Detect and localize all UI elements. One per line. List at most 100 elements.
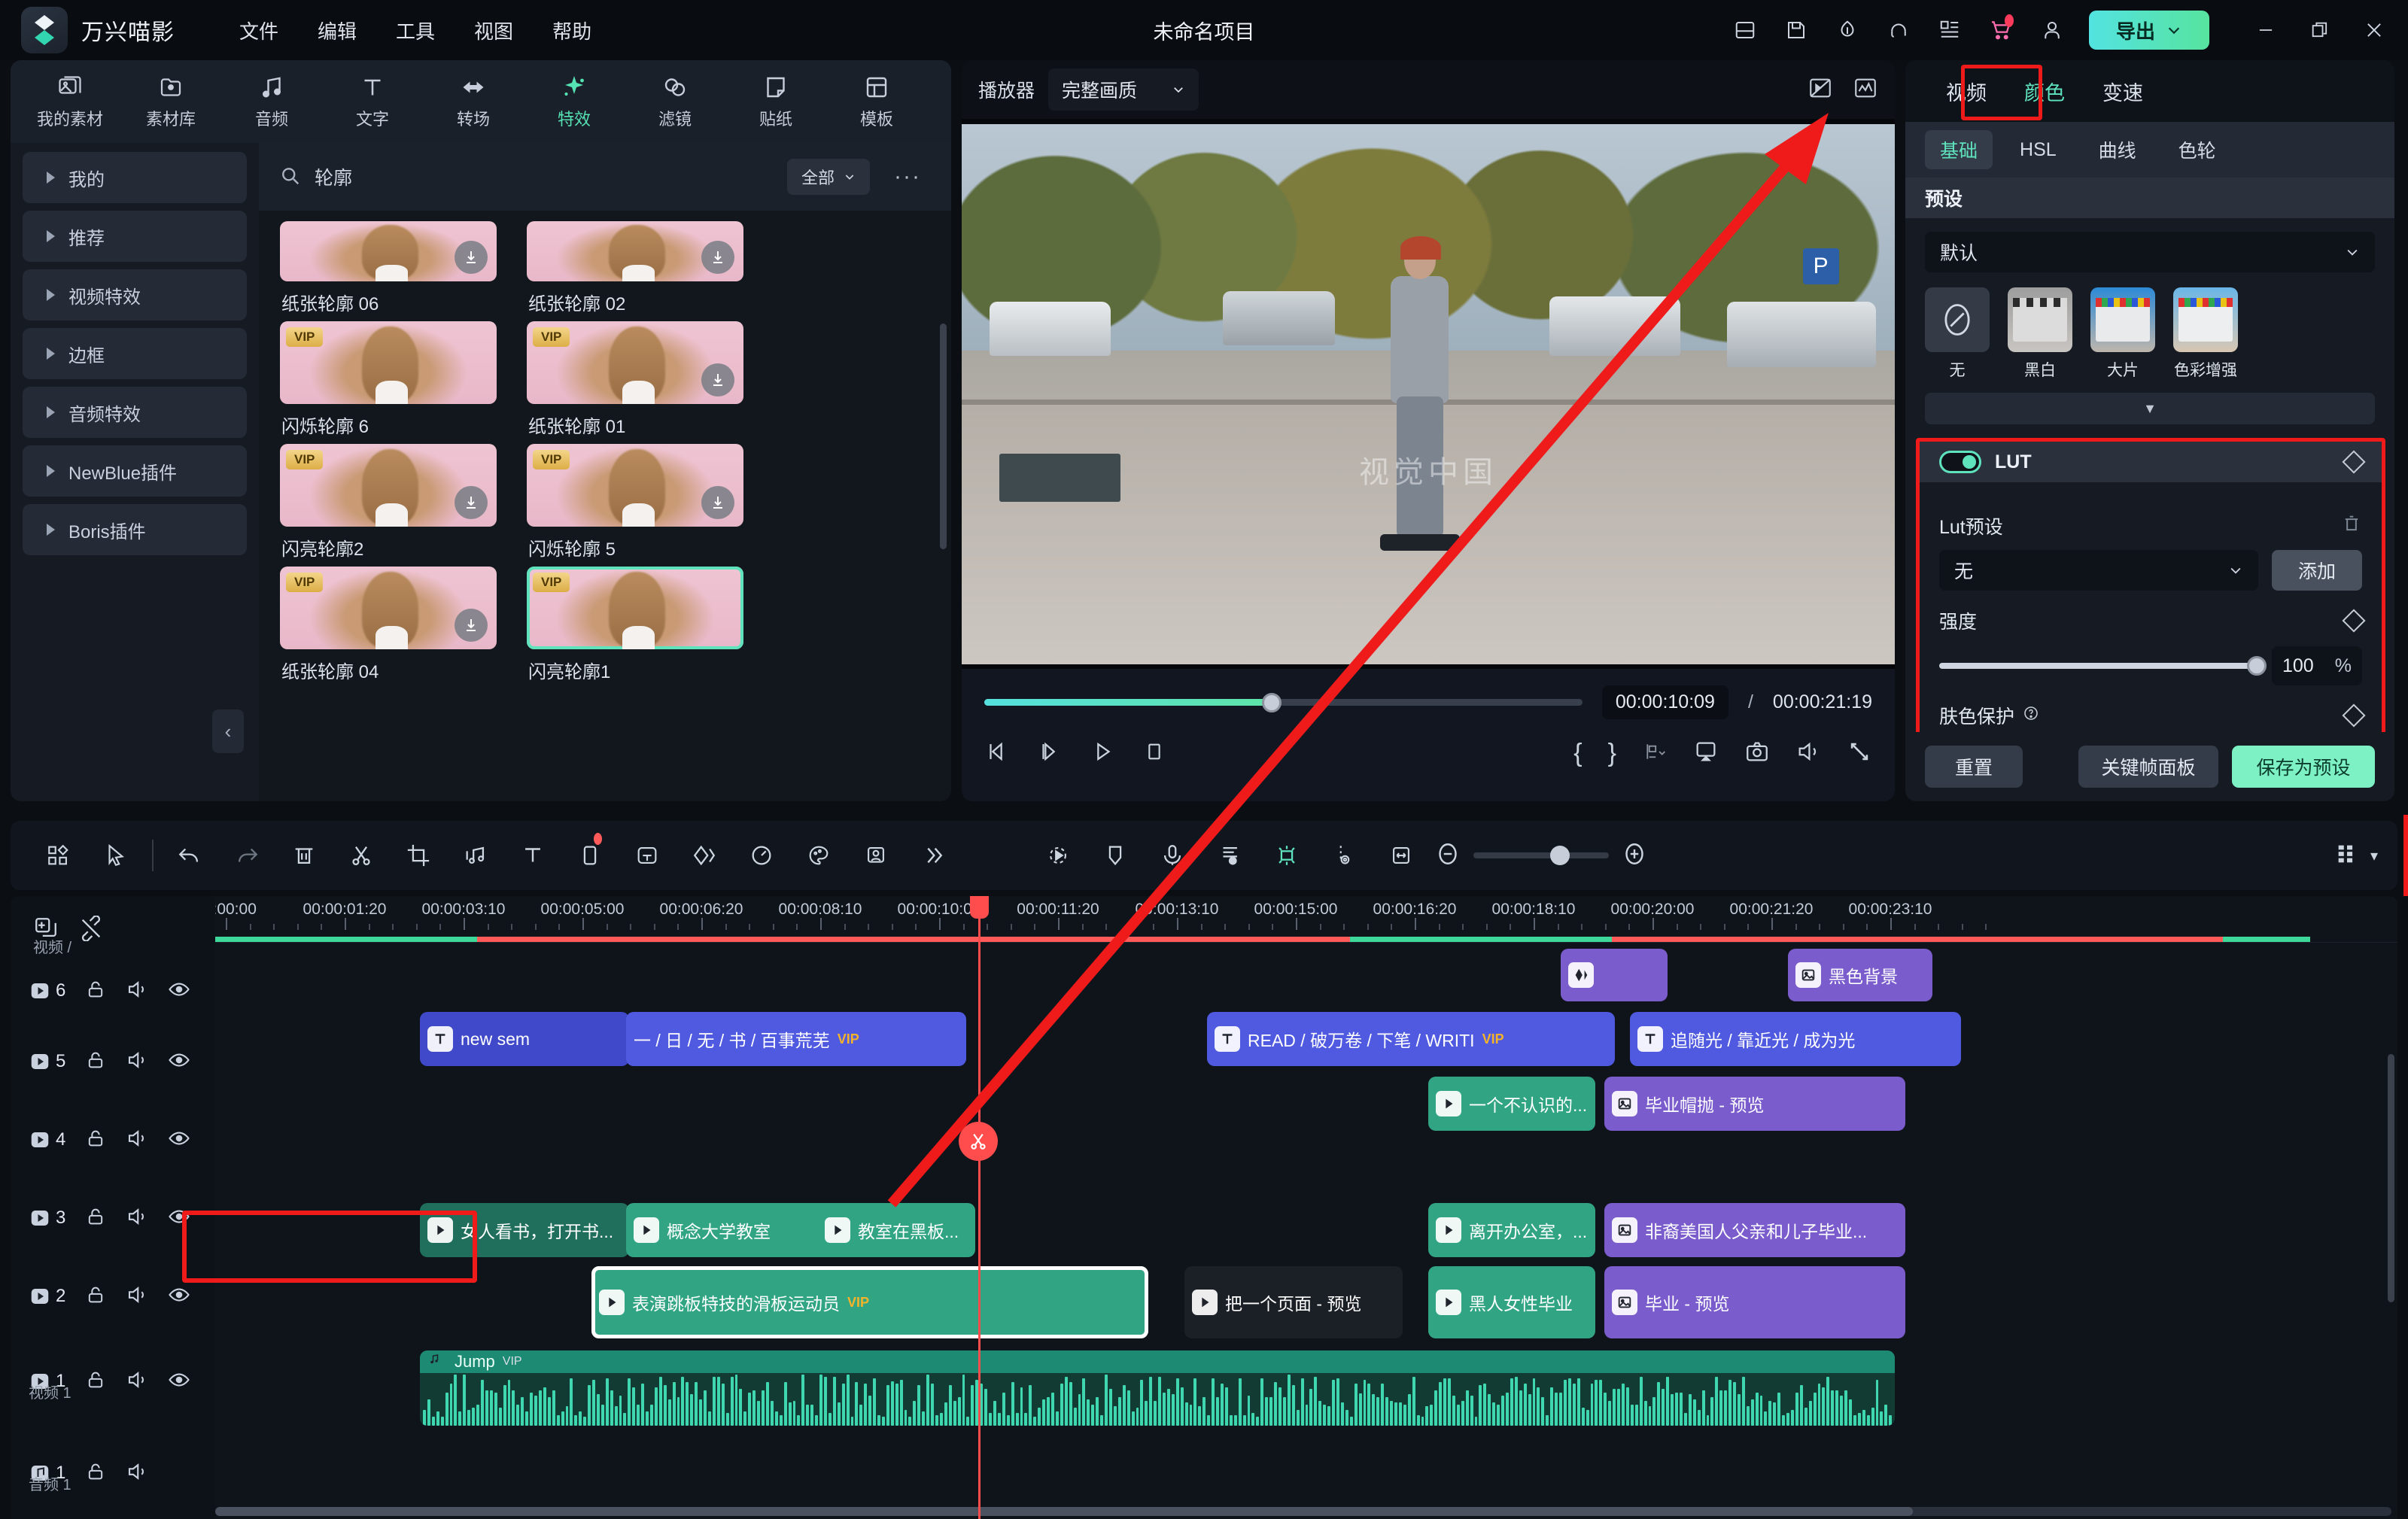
- tool-tab-text[interactable]: 文字: [324, 65, 421, 138]
- tool-tab-sticker[interactable]: 贴纸: [727, 65, 825, 138]
- lock-icon[interactable]: [85, 1461, 106, 1486]
- preset-expand-button[interactable]: ▼: [1925, 393, 2375, 424]
- preset-item-vivid[interactable]: 色彩增强: [2173, 287, 2238, 381]
- timeline-clip[interactable]: READ / 破万卷 / 下笔 / WRITI VIP: [1207, 1012, 1615, 1066]
- timeline-clip[interactable]: 离开办公室，...: [1428, 1203, 1595, 1257]
- tool-tab-template[interactable]: 模板: [828, 65, 926, 138]
- zoom-slider-knob[interactable]: [1550, 846, 1570, 865]
- apps-grid-icon[interactable]: [1935, 16, 1964, 44]
- preset-item-bw[interactable]: 黑白: [2008, 287, 2072, 381]
- progress-knob[interactable]: [1261, 692, 1282, 712]
- quality-dropdown[interactable]: 完整画质: [1048, 68, 1199, 111]
- mute-icon[interactable]: [126, 1127, 148, 1153]
- mute-icon[interactable]: [126, 978, 148, 1004]
- track-header[interactable]: 1 音频 1: [11, 1427, 215, 1519]
- save-icon[interactable]: [1782, 16, 1811, 44]
- category-item-borders[interactable]: 边框: [23, 328, 247, 379]
- mute-icon[interactable]: [126, 1049, 148, 1075]
- download-icon[interactable]: [455, 241, 488, 274]
- close-icon[interactable]: [2360, 16, 2388, 44]
- timeline-clip[interactable]: 非裔美国人父亲和儿子毕业...: [1604, 1203, 1905, 1257]
- playhead[interactable]: [970, 896, 989, 1519]
- scrollbar-thumb[interactable]: [215, 1507, 1913, 1516]
- delete-icon[interactable]: [275, 831, 333, 880]
- track-header[interactable]: 6: [11, 959, 215, 1022]
- lut-add-button[interactable]: 添加: [2272, 550, 2362, 591]
- fit-timeline-icon[interactable]: [1373, 831, 1430, 880]
- split-scissors-icon[interactable]: [333, 831, 390, 880]
- mute-icon[interactable]: [126, 1284, 148, 1310]
- category-item-mine[interactable]: 我的: [23, 152, 247, 203]
- timeline-clip[interactable]: 教室在黑板...: [817, 1203, 975, 1257]
- stop-icon[interactable]: [1142, 740, 1166, 767]
- effect-item[interactable]: VIP 纸张轮廓 04: [280, 567, 497, 683]
- lut-toggle[interactable]: [1939, 451, 1981, 473]
- current-time[interactable]: 00:00:10:09: [1601, 685, 1728, 719]
- play-icon[interactable]: [1090, 739, 1115, 768]
- audio-mixer-icon[interactable]: [1201, 831, 1258, 880]
- mute-icon[interactable]: [126, 1460, 148, 1487]
- menu-tools[interactable]: 工具: [376, 9, 455, 52]
- download-icon[interactable]: [455, 609, 488, 642]
- download-icon[interactable]: [701, 241, 734, 274]
- zoom-slider[interactable]: [1473, 846, 1609, 865]
- timeline-clip[interactable]: 一 / 日 / 无 / 书 / 百事荒芜 VIP: [626, 1012, 966, 1066]
- lock-icon[interactable]: [85, 1206, 106, 1231]
- download-icon[interactable]: [455, 486, 488, 519]
- menu-view[interactable]: 视图: [455, 9, 533, 52]
- menu-edit[interactable]: 编辑: [298, 9, 376, 52]
- more-chevron-icon[interactable]: [905, 831, 962, 880]
- lock-icon[interactable]: [85, 1050, 106, 1074]
- subtab-hsl[interactable]: HSL: [2005, 133, 2072, 167]
- fit-screen-icon[interactable]: [1693, 739, 1719, 768]
- eye-icon[interactable]: [168, 978, 190, 1004]
- effect-item[interactable]: VIP 闪亮轮廓2: [280, 444, 497, 561]
- color-palette-icon[interactable]: [790, 831, 847, 880]
- effect-item[interactable]: 纸张轮廓 02: [527, 221, 743, 315]
- next-frame-icon[interactable]: [1037, 739, 1063, 768]
- lock-icon[interactable]: [85, 1284, 106, 1309]
- cart-icon[interactable]: [1987, 14, 2015, 44]
- user-account-icon[interactable]: [2038, 16, 2066, 44]
- timeline-clip[interactable]: new sem: [420, 1012, 629, 1066]
- video-preview[interactable]: P 视觉中国: [962, 123, 1895, 664]
- timeline-clip[interactable]: [1561, 949, 1668, 1001]
- track-header[interactable]: 4: [11, 1101, 215, 1179]
- lut-keyframe-icon[interactable]: [2342, 450, 2366, 474]
- track-header[interactable]: 5: [11, 1022, 215, 1101]
- snapshot-compare-icon[interactable]: [1808, 75, 1833, 105]
- preset-item-none[interactable]: 无: [1925, 287, 1990, 381]
- timeline-clip[interactable]: 一个不认识的...: [1428, 1077, 1595, 1131]
- filter-dropdown[interactable]: 全部: [787, 159, 871, 195]
- more-options-icon[interactable]: ···: [883, 164, 932, 190]
- undo-icon[interactable]: [161, 831, 218, 880]
- lut-intensity-slider[interactable]: [1939, 656, 2267, 676]
- redo-icon[interactable]: [218, 831, 275, 880]
- tool-tab-filter[interactable]: 滤镜: [626, 65, 724, 138]
- timeline-horizontal-scrollbar[interactable]: [215, 1507, 2391, 1516]
- subtab-colorwheel[interactable]: 色轮: [2163, 130, 2231, 169]
- slider-knob[interactable]: [2247, 656, 2267, 676]
- effect-thumbnail[interactable]: [280, 221, 497, 281]
- unlink-icon[interactable]: [78, 914, 104, 945]
- timeline-clip[interactable]: 毕业 - 预览: [1604, 1266, 1905, 1338]
- trash-icon[interactable]: [2341, 513, 2362, 539]
- effect-thumbnail[interactable]: [527, 221, 743, 281]
- timeline-clip[interactable]: 黑人女性毕业: [1428, 1266, 1595, 1338]
- save-preset-button[interactable]: 保存为预设: [2232, 746, 2375, 788]
- export-button[interactable]: 导出: [2089, 11, 2209, 50]
- effect-thumbnail[interactable]: VIP: [527, 567, 743, 649]
- headset-support-icon[interactable]: [1884, 16, 1913, 44]
- tool-tab-effects[interactable]: 特效: [525, 65, 623, 138]
- skin-keyframe-icon[interactable]: [2342, 703, 2366, 728]
- mask-icon[interactable]: [676, 831, 733, 880]
- timeline-clip[interactable]: 毕业帽抛 - 预览: [1604, 1077, 1905, 1131]
- add-shape-icon[interactable]: [561, 831, 619, 880]
- lut-preset-dropdown[interactable]: 无: [1939, 550, 2258, 591]
- timeline-clip[interactable]: 把一个页面 - 预览: [1184, 1266, 1403, 1338]
- effect-thumbnail[interactable]: VIP: [527, 444, 743, 527]
- auto-caption-icon[interactable]: [619, 831, 676, 880]
- mark-out-icon[interactable]: }: [1608, 739, 1616, 768]
- timeline-vertical-scrollbar[interactable]: [2388, 1054, 2394, 1302]
- tool-tab-stock[interactable]: 素材库: [122, 65, 220, 138]
